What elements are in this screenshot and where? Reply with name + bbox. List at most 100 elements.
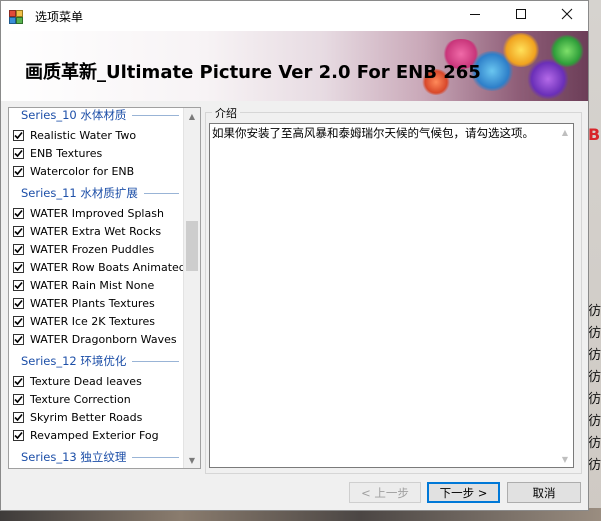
checkbox[interactable] xyxy=(13,279,24,291)
group-header: Series_12 环境优化 xyxy=(9,352,185,370)
checklist-item-label: Texture Dead leaves xyxy=(30,374,142,388)
checkbox[interactable] xyxy=(13,375,24,387)
description-textbox[interactable]: 如果你安装了至高风暴和泰姆瑞尔天候的气候包，请勾选这项。 ▲ ▼ xyxy=(209,123,574,468)
checklist-item-label: WATER Ice 2K Textures xyxy=(30,314,156,328)
checkbox[interactable] xyxy=(13,393,24,405)
group-header: Series_10 水体材质 xyxy=(9,108,185,124)
checklist-item[interactable]: WATER Rain Mist None xyxy=(9,276,185,294)
checklist-item-label: Revamped Exterior Fog xyxy=(30,428,159,442)
checkbox[interactable] xyxy=(13,243,24,255)
scroll-down-button[interactable]: ▼ xyxy=(184,452,200,468)
checklist-item-label: Watercolor for ENB xyxy=(30,164,135,178)
checklist-item[interactable]: ENB Textures xyxy=(9,144,185,162)
scroll-down-arrow-icon: ▼ xyxy=(561,454,569,464)
minimize-button[interactable] xyxy=(452,1,498,31)
checkmark-icon xyxy=(14,377,23,385)
header-banner: 画质革新_Ultimate Picture Ver 2.0 For ENB 26… xyxy=(1,31,588,101)
scroll-thumb[interactable] xyxy=(186,221,198,272)
maximize-icon xyxy=(515,8,527,24)
group-divider xyxy=(143,192,179,194)
group-divider xyxy=(132,456,179,458)
desc-scroll-up-button[interactable]: ▲ xyxy=(557,124,573,140)
group-header-label: Series_12 环境优化 xyxy=(21,354,127,368)
checklist-item[interactable]: WATER Dragonborn Waves xyxy=(9,330,185,348)
checklist-item[interactable]: Revamped Exterior Fog xyxy=(9,426,185,444)
checkmark-icon xyxy=(14,209,23,217)
background-glyph: 彷 xyxy=(588,326,601,341)
description-label: 介绍 xyxy=(212,105,240,121)
checklist-item[interactable]: WATER Ice 2K Textures xyxy=(9,312,185,330)
group-header: Series_13 独立纹理 xyxy=(9,448,185,466)
minimize-icon xyxy=(469,8,481,24)
scroll-up-arrow-icon: ▲ xyxy=(561,127,569,137)
description-text: 如果你安装了至高风暴和泰姆瑞尔天候的气候包，请勾选这项。 xyxy=(212,126,534,140)
checkmark-icon xyxy=(14,167,23,175)
checkbox[interactable] xyxy=(13,315,24,327)
checklist-item-label: ENB Textures xyxy=(30,146,103,160)
checklist-item[interactable]: Texture Dead leaves xyxy=(9,372,185,390)
checklist-item-label: WATER Rain Mist None xyxy=(30,278,155,292)
group-divider xyxy=(132,360,179,362)
checkbox[interactable] xyxy=(13,333,24,345)
checkbox[interactable] xyxy=(13,261,24,273)
checklist-item-label: WATER Improved Splash xyxy=(30,206,164,220)
background-glyph: 彷 xyxy=(588,304,601,319)
checkmark-icon xyxy=(14,335,23,343)
desktop-background-right: B彷彷彷彷彷彷彷彷 xyxy=(587,0,601,521)
checkmark-icon xyxy=(14,149,23,157)
checklist-item[interactable]: Skyrim Better Roads xyxy=(9,408,185,426)
title-bar[interactable]: 选项菜单 xyxy=(1,1,588,31)
scroll-up-button[interactable]: ▲ xyxy=(184,108,200,124)
checklist-item-label: WATER Dragonborn Waves xyxy=(30,332,177,346)
checklist-item[interactable]: Watercolor for ENB xyxy=(9,162,185,180)
checkbox[interactable] xyxy=(13,165,24,177)
options-checklist[interactable]: Series_10 水体材质 Realistic Water Two ENB Tex… xyxy=(8,107,201,469)
background-glyph: 彷 xyxy=(588,392,601,407)
checkbox[interactable] xyxy=(13,207,24,219)
checklist-item[interactable]: WATER Frozen Puddles xyxy=(9,240,185,258)
group-header-label: Series_11 水材质扩展 xyxy=(21,186,138,200)
checklist-item[interactable]: Realistic Water Two xyxy=(9,126,185,144)
checklist-item[interactable]: WATER Extra Wet Rocks xyxy=(9,222,185,240)
background-glyph: 彷 xyxy=(588,414,601,429)
app-icon xyxy=(9,9,23,24)
close-button[interactable] xyxy=(544,1,590,31)
paint-splash-decoration xyxy=(549,35,585,67)
close-icon xyxy=(561,8,573,24)
banner-title: 画质革新_Ultimate Picture Ver 2.0 For ENB 26… xyxy=(25,62,481,83)
next-button[interactable]: 下一步 > xyxy=(427,482,500,503)
checklist-item-label: WATER Extra Wet Rocks xyxy=(30,224,162,238)
description-scrollbar[interactable]: ▲ ▼ xyxy=(557,124,573,467)
maximize-button[interactable] xyxy=(498,1,544,31)
checklist-item[interactable]: WATER Row Boats Animated xyxy=(9,258,186,276)
scroll-up-arrow-icon: ▲ xyxy=(188,111,196,121)
checkmark-icon xyxy=(14,281,23,289)
checkbox[interactable] xyxy=(13,429,24,441)
checklist-item-label: Realistic Water Two xyxy=(30,128,137,142)
checkbox[interactable] xyxy=(13,411,24,423)
desc-scroll-down-button[interactable]: ▼ xyxy=(557,451,573,467)
checkmark-icon xyxy=(14,413,23,421)
checkmark-icon xyxy=(14,395,23,403)
checkbox[interactable] xyxy=(13,225,24,237)
options-checklist-content: Series_10 水体材质 Realistic Water Two ENB Tex… xyxy=(9,108,186,468)
background-glyph: 彷 xyxy=(588,348,601,363)
description-groupbox: 介绍 如果你安装了至高风暴和泰姆瑞尔天候的气候包，请勾选这项。 ▲ ▼ xyxy=(205,105,582,474)
checkmark-icon xyxy=(14,317,23,325)
background-glyph: 彷 xyxy=(588,436,601,451)
checkmark-icon xyxy=(14,131,23,139)
group-header-label: Series_13 独立纹理 xyxy=(21,450,127,464)
checklist-item[interactable]: WATER Plants Textures xyxy=(9,294,185,312)
checkbox[interactable] xyxy=(13,147,24,159)
checkbox[interactable] xyxy=(13,297,24,309)
checklist-item[interactable]: Texture Correction xyxy=(9,390,185,408)
scroll-down-arrow-icon: ▼ xyxy=(188,455,196,465)
checkbox[interactable] xyxy=(13,129,24,141)
options-checklist-scrollbar[interactable]: ▲ ▼ xyxy=(183,108,200,468)
checkmark-icon xyxy=(14,245,23,253)
checklist-item-label: Skyrim Better Roads xyxy=(30,410,143,424)
checklist-item-label: WATER Plants Textures xyxy=(30,296,155,310)
cancel-button[interactable]: 取消 xyxy=(507,482,581,503)
back-button[interactable]: < 上一步 xyxy=(349,482,421,503)
checklist-item[interactable]: WATER Improved Splash xyxy=(9,204,185,222)
